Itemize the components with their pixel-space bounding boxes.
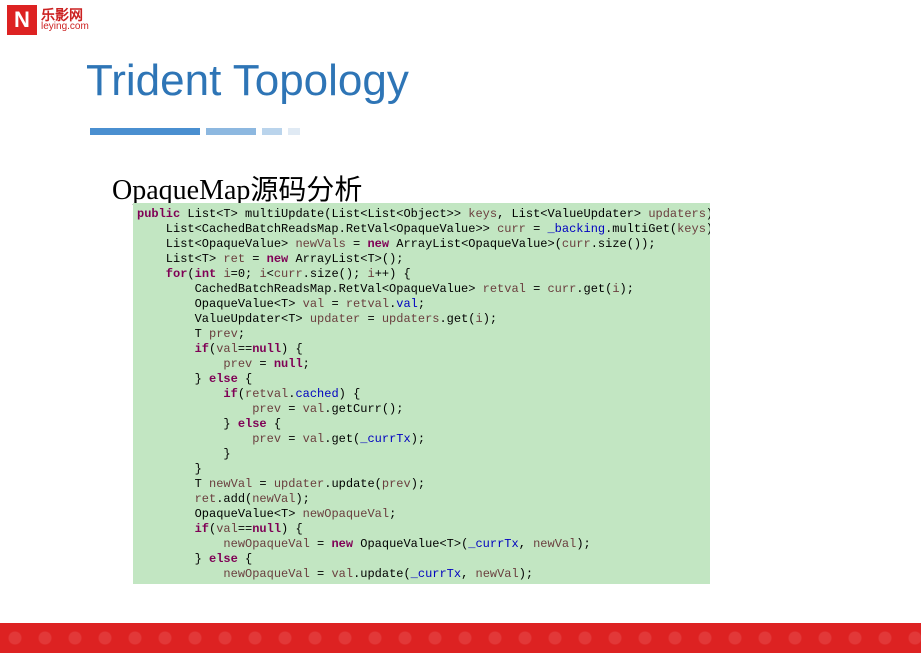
subtitle-en: OpaqueMap: [112, 175, 250, 206]
code-block: public List<T> multiUpdate(List<List<Obj…: [133, 203, 710, 584]
logo-text: 乐影网 leying.com: [41, 8, 89, 32]
logo: N 乐影网 leying.com: [7, 5, 89, 35]
page-title: Trident Topology: [86, 56, 409, 106]
logo-cn: 乐影网: [41, 8, 89, 22]
section-subtitle: OpaqueMap源码分析: [112, 168, 362, 208]
footer-banner: [0, 623, 921, 653]
title-divider: [90, 128, 300, 135]
logo-en: leying.com: [41, 22, 89, 32]
logo-icon: N: [7, 5, 37, 35]
